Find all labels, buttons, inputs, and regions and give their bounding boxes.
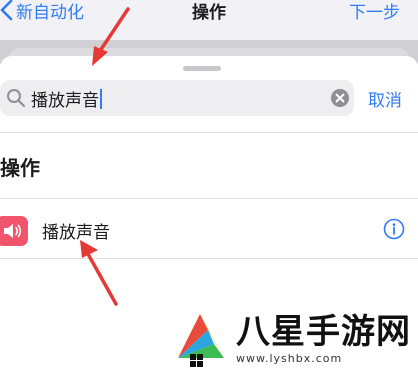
search-icon <box>7 89 26 108</box>
divider <box>0 198 418 199</box>
info-icon[interactable] <box>383 218 405 240</box>
watermark-logo-icon <box>178 314 224 367</box>
navigation-bar: 新自动化 操作 下一步 <box>0 0 418 40</box>
next-button[interactable]: 下一步 <box>349 0 400 23</box>
annotation-arrow-icon <box>80 240 118 306</box>
sheet-grabber[interactable] <box>183 66 221 71</box>
text-caret <box>100 88 102 109</box>
clear-icon[interactable] <box>331 89 349 107</box>
divider <box>0 132 418 133</box>
watermark-url: www.lyshbx.com <box>236 352 343 365</box>
divider <box>0 258 418 259</box>
search-input-text: 播放声音 <box>31 86 102 111</box>
section-header: 操作 <box>0 156 40 180</box>
search-query: 播放声音 <box>31 91 99 111</box>
watermark: 八星手游网 www.lyshbx.com <box>168 300 418 372</box>
speaker-icon <box>0 216 28 246</box>
watermark-text: 八星手游网 <box>236 312 411 352</box>
annotation-arrow-icon <box>92 7 130 66</box>
action-row-play-sound[interactable]: 播放声音 <box>0 200 418 258</box>
cancel-button[interactable]: 取消 <box>368 86 402 111</box>
search-input[interactable]: 播放声音 <box>0 80 354 116</box>
